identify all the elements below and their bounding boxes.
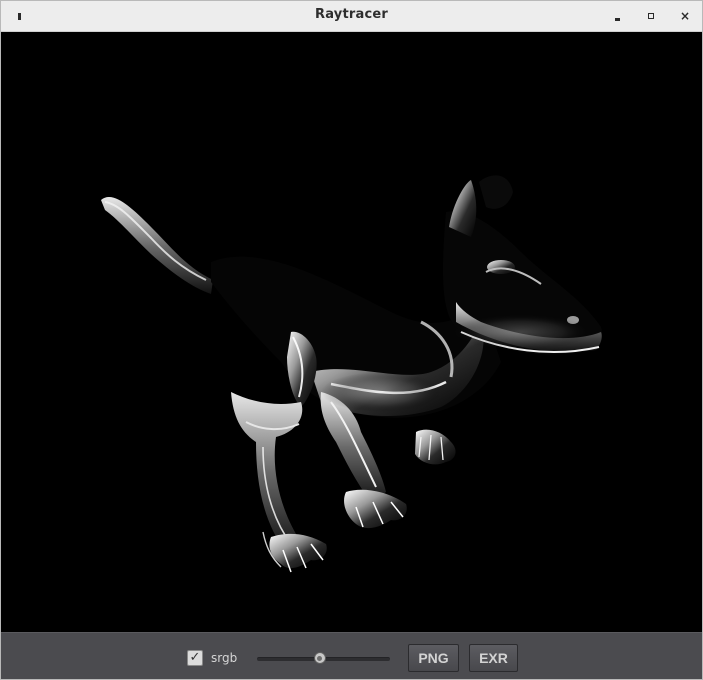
rendered-dinosaur-image <box>101 175 602 573</box>
window-title: Raytracer <box>315 7 388 22</box>
close-glyph: × <box>679 9 691 23</box>
raytracer-window: Raytracer × ✓ srgb PNG EXR <box>0 0 703 680</box>
slider-thumb[interactable] <box>313 652 326 664</box>
checkmark-icon: ✓ <box>189 650 201 665</box>
srgb-label[interactable]: srgb <box>211 651 237 665</box>
maximize-icon[interactable] <box>644 9 658 23</box>
control-bar: ✓ srgb PNG EXR <box>1 632 702 679</box>
title-bar[interactable]: Raytracer × <box>1 1 702 32</box>
save-png-button[interactable]: PNG <box>408 644 459 672</box>
save-exr-button[interactable]: EXR <box>469 644 518 672</box>
minimize-icon[interactable] <box>610 9 624 23</box>
close-icon[interactable]: × <box>678 9 692 23</box>
render-viewport <box>1 32 702 632</box>
srgb-checkbox[interactable]: ✓ <box>187 650 203 666</box>
exposure-slider[interactable] <box>257 649 390 667</box>
